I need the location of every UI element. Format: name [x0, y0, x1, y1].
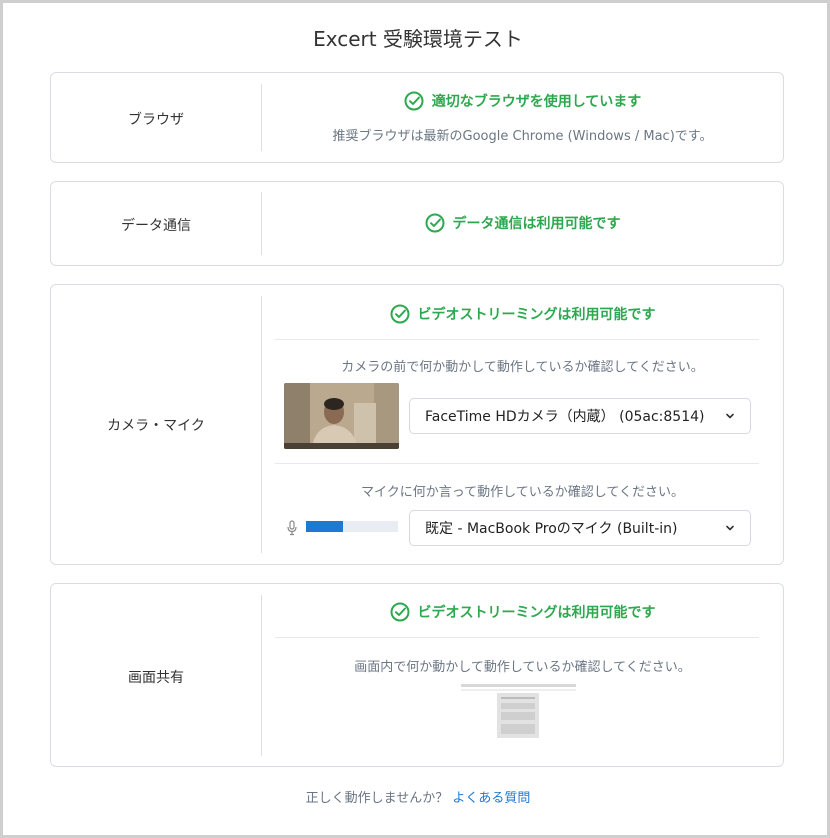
network-panel: データ通信 データ通信は利用可能です: [50, 181, 784, 266]
section-divider: [275, 463, 759, 464]
camera-select[interactable]: FaceTime HDカメラ（内蔵） (05ac:8514): [409, 398, 751, 434]
screen-share-panel: 画面共有 ビデオストリーミングは利用可能です 画面内で何か動かして動作しているか…: [50, 583, 784, 767]
section-divider: [275, 637, 759, 638]
check-circle-icon: [404, 91, 424, 111]
panel-divider: [261, 296, 262, 553]
chevron-down-icon: [724, 410, 736, 426]
mic-select[interactable]: 既定 - MacBook Proのマイク (Built-in): [409, 510, 751, 546]
mic-level-fill: [306, 521, 343, 532]
help-footer: 正しく動作しませんか？ よくある質問: [3, 787, 830, 806]
screen-share-label: 画面共有: [128, 670, 184, 686]
mic-instruction: マイクに何か言って動作しているか確認してください。: [361, 485, 684, 500]
camera-status-text: ビデオストリーミングは利用可能です: [417, 307, 656, 323]
network-status-text: データ通信は利用可能です: [452, 216, 621, 232]
camera-instruction: カメラの前で何か動かして動作しているか確認してください。: [341, 360, 704, 375]
camera-mic-label: カメラ・マイク: [107, 418, 205, 434]
section-divider: [275, 339, 759, 340]
browser-status-text: 適切なブラウザを使用しています: [431, 94, 642, 110]
screen-share-status: ビデオストリーミングは利用可能です: [262, 602, 783, 622]
browser-label: ブラウザ: [128, 112, 184, 128]
camera-mic-panel: カメラ・マイク ビデオストリーミングは利用可能です カメラの前で何か動かして動作…: [50, 284, 784, 565]
screen-share-instruction: 画面内で何か動かして動作しているか確認してください。: [354, 660, 691, 675]
camera-status: ビデオストリーミングは利用可能です: [262, 304, 783, 324]
screen-share-status-text: ビデオストリーミングは利用可能です: [417, 605, 656, 621]
microphone-icon: [286, 520, 298, 540]
check-circle-icon: [425, 213, 445, 233]
check-circle-icon: [390, 602, 410, 622]
page-title: Excert 受験環境テスト: [313, 27, 523, 51]
browser-panel: ブラウザ 適切なブラウザを使用しています 推奨ブラウザは最新のGoogle Ch…: [50, 72, 784, 163]
network-status: データ通信は利用可能です: [262, 213, 783, 233]
browser-status: 適切なブラウザを使用しています: [262, 91, 783, 111]
faq-link[interactable]: よくある質問: [452, 791, 530, 806]
mic-select-value: 既定 - MacBook Proのマイク (Built-in): [425, 521, 678, 537]
mic-level-meter: [306, 521, 398, 532]
help-question: 正しく動作しませんか？: [305, 791, 449, 806]
camera-preview: [284, 383, 399, 449]
camera-select-value: FaceTime HDカメラ（内蔵） (05ac:8514): [425, 409, 705, 425]
app-window: Excert 受験環境テスト ブラウザ 適切なブラウザを使用しています 推奨ブラ…: [0, 0, 830, 838]
chevron-down-icon: [724, 522, 736, 538]
screen-share-preview: [461, 684, 576, 740]
browser-note: 推奨ブラウザは最新のGoogle Chrome (Windows / Mac)で…: [332, 129, 713, 144]
check-circle-icon: [390, 304, 410, 324]
network-label: データ通信: [121, 218, 191, 234]
